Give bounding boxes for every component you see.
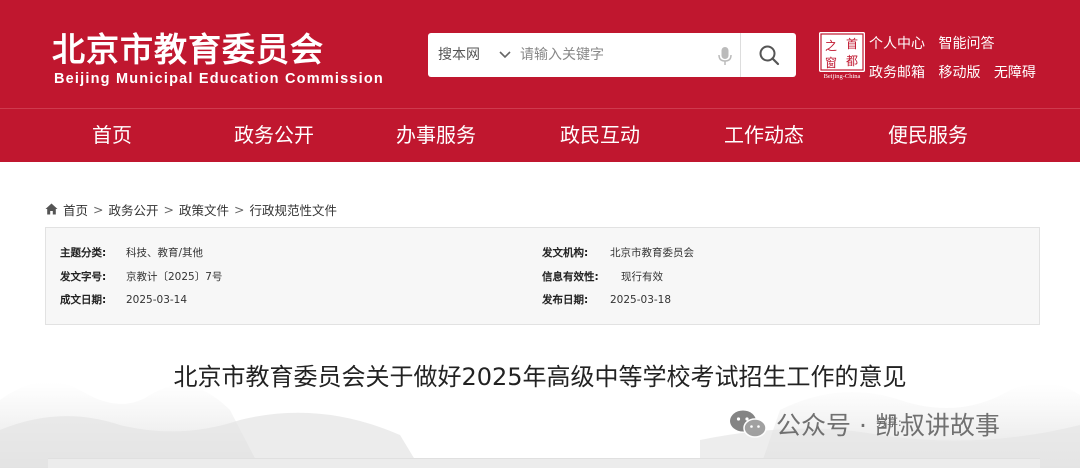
search-icon bbox=[759, 45, 779, 66]
subject-label: 主题分类: bbox=[60, 247, 107, 259]
issuer-label: 发文机构: bbox=[542, 247, 589, 259]
link-accessibility[interactable]: 无障碍 bbox=[994, 65, 1036, 81]
nav-item-interaction[interactable]: 政民互动 bbox=[560, 109, 640, 162]
search-input[interactable] bbox=[520, 41, 710, 69]
site-header: 北京市教育委员会 Beijing Municipal Education Com… bbox=[0, 0, 1080, 108]
top-links-row1: 个人中心 智能问答 bbox=[869, 35, 1003, 53]
breadcrumb-policy-docs[interactable]: 政策文件 bbox=[179, 200, 229, 219]
docno-label: 发文字号: bbox=[60, 271, 107, 283]
link-personal-center[interactable]: 个人中心 bbox=[869, 36, 925, 52]
seal-char: 首 bbox=[846, 37, 858, 51]
breadcrumb: 首页 > 政务公开 > 政策文件 > 行政规范性文件 bbox=[45, 200, 337, 218]
home-icon bbox=[45, 203, 58, 215]
search-button[interactable] bbox=[741, 33, 796, 77]
seal-caption: Beijing-China bbox=[823, 73, 861, 80]
breadcrumb-separator: > bbox=[93, 201, 104, 217]
issuer-value: 北京市教育委员会 bbox=[610, 247, 694, 259]
link-mobile[interactable]: 移动版 bbox=[938, 65, 980, 81]
created-date-label: 成文日期: bbox=[60, 294, 107, 306]
breadcrumb-gov-affairs[interactable]: 政务公开 bbox=[109, 200, 159, 219]
document-info-box: 主题分类: 科技、教育/其他 发文机构: 北京市教育委员会 发文字号: 京教计〔… bbox=[45, 227, 1040, 325]
subject-value: 科技、教育/其他 bbox=[126, 247, 204, 259]
content-body-top-edge bbox=[48, 458, 1040, 468]
created-date-value: 2025-03-14 bbox=[126, 294, 188, 306]
validity-value: 现行有效 bbox=[621, 271, 663, 283]
link-gov-mail[interactable]: 政务邮箱 bbox=[869, 65, 925, 81]
main-nav: 首页 政务公开 办事服务 政民互动 工作动态 便民服务 bbox=[0, 108, 1080, 162]
chevron-down-icon[interactable] bbox=[498, 47, 512, 61]
seal-char: 都 bbox=[846, 54, 858, 68]
nav-item-work-news[interactable]: 工作动态 bbox=[724, 109, 804, 162]
wechat-watermark: 公众号 · 凯叔讲故事 bbox=[728, 404, 1000, 444]
search-box: 搜本网 bbox=[428, 33, 796, 77]
wechat-icon bbox=[730, 410, 767, 438]
search-scope-select[interactable]: 搜本网 bbox=[438, 33, 480, 77]
document-title: 北京市教育委员会关于做好2025年高级中等学校考试招生工作的意见 bbox=[173, 363, 907, 391]
validity-label: 信息有效性: bbox=[542, 271, 599, 283]
breadcrumb-normative-docs[interactable]: 行政规范性文件 bbox=[250, 200, 338, 219]
breadcrumb-separator: > bbox=[234, 201, 245, 217]
seal-char: 窗 bbox=[825, 56, 837, 70]
nav-item-public-services[interactable]: 便民服务 bbox=[888, 109, 968, 162]
site-subtitle: Beijing Municipal Education Commission bbox=[54, 71, 384, 87]
breadcrumb-separator: > bbox=[163, 201, 174, 217]
site-title[interactable]: 北京市教育委员会 bbox=[52, 30, 324, 70]
watermark-text: 公众号 · 凯叔讲故事 bbox=[776, 411, 1000, 440]
breadcrumb-home[interactable]: 首页 bbox=[63, 200, 88, 219]
link-smart-qa[interactable]: 智能问答 bbox=[938, 36, 994, 52]
seal-char: 之 bbox=[825, 39, 837, 53]
nav-item-services[interactable]: 办事服务 bbox=[396, 109, 476, 162]
microphone-icon[interactable] bbox=[715, 45, 735, 67]
nav-item-gov-affairs[interactable]: 政务公开 bbox=[234, 109, 314, 162]
capital-window-logo-icon[interactable]: 之 首 窗 都 bbox=[819, 32, 865, 72]
published-date-value: 2025-03-18 bbox=[610, 294, 672, 306]
published-date-label: 发布日期: bbox=[542, 294, 589, 306]
docno-value: 京教计〔2025〕7号 bbox=[126, 271, 223, 283]
top-links-row2: 政务邮箱 移动版 无障碍 bbox=[869, 64, 1045, 82]
nav-item-home[interactable]: 首页 bbox=[92, 109, 132, 162]
